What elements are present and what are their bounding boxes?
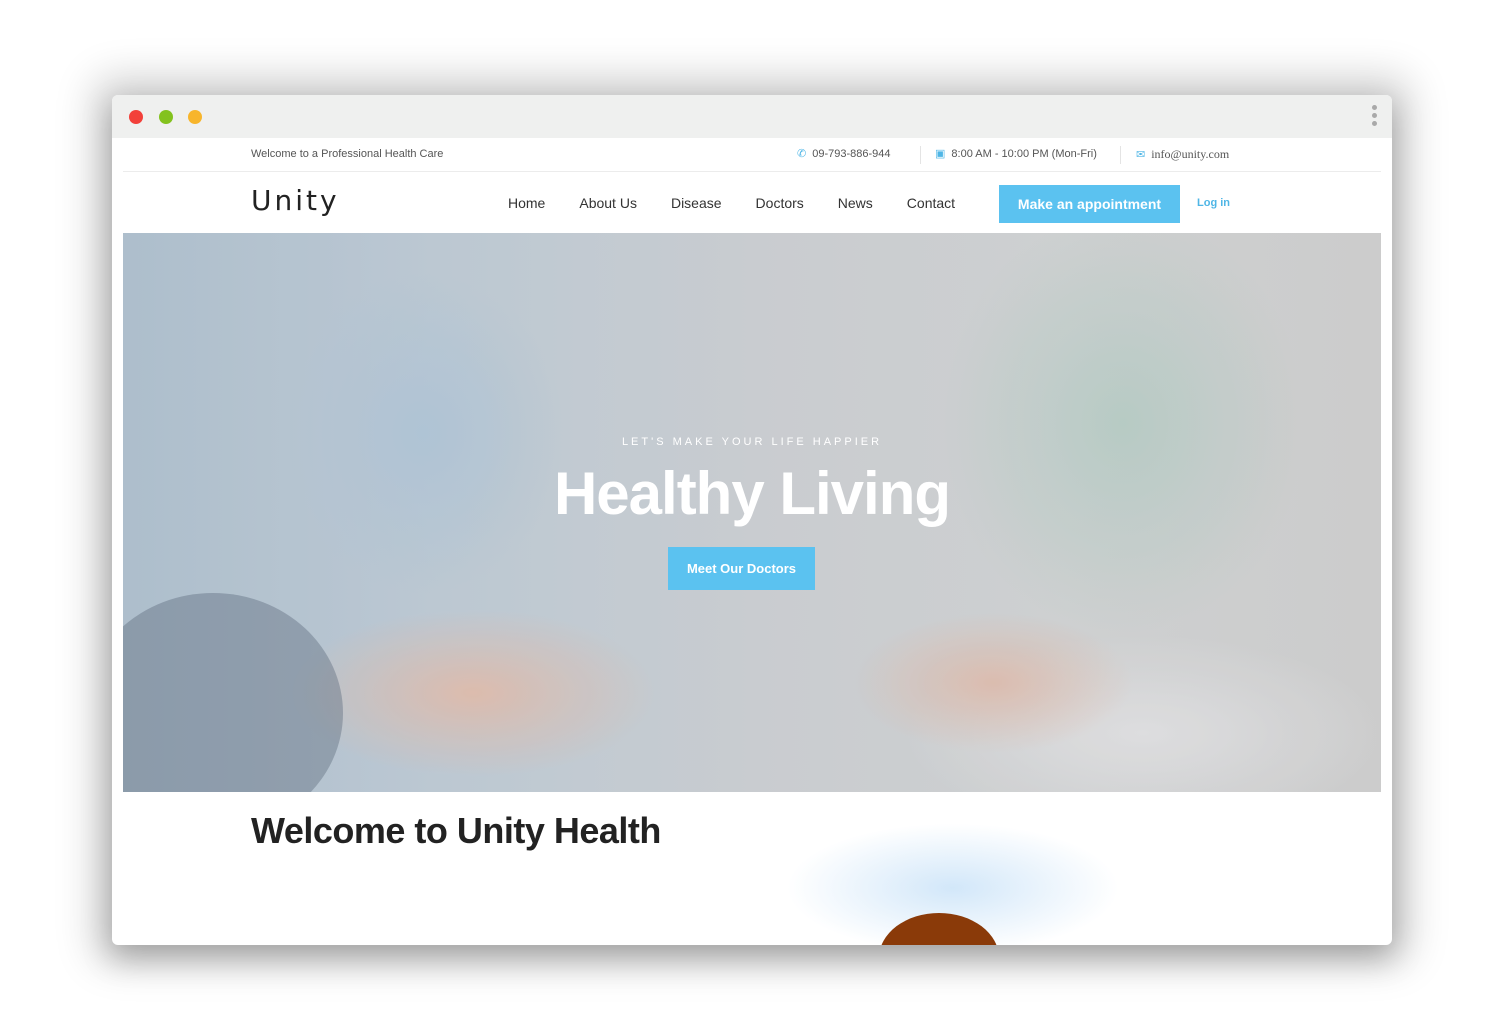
hero-headline: Healthy Living bbox=[553, 460, 951, 527]
nav-item-about-us[interactable]: About Us bbox=[579, 195, 637, 211]
nav-item-contact[interactable]: Contact bbox=[907, 195, 955, 211]
envelope-icon: ✉ bbox=[1136, 149, 1146, 161]
browser-window: Welcome to a Professional Health Care ✆ … bbox=[112, 95, 1392, 945]
web-page: Welcome to a Professional Health Care ✆ … bbox=[123, 138, 1381, 945]
email-address: info@unity.com bbox=[1151, 147, 1230, 161]
nav-item-doctors[interactable]: Doctors bbox=[756, 195, 804, 211]
maximize-window-button[interactable] bbox=[188, 110, 202, 124]
minimize-window-button[interactable] bbox=[159, 110, 173, 124]
calendar-icon: ▣ bbox=[935, 148, 946, 160]
divider bbox=[920, 146, 921, 164]
hero-kicker: LET'S MAKE YOUR LIFE HAPPIER bbox=[621, 436, 883, 448]
browser-titlebar bbox=[112, 95, 1392, 138]
login-link[interactable]: Log in bbox=[1197, 197, 1230, 209]
site-logo[interactable]: Unity bbox=[251, 184, 340, 217]
opening-hours: 8:00 AM - 10:00 PM (Mon-Fri) bbox=[951, 147, 1097, 160]
hours-info: ▣ 8:00 AM - 10:00 PM (Mon-Fri) bbox=[935, 147, 1097, 161]
main-nav: Home About Us Disease Doctors News Conta… bbox=[508, 195, 989, 211]
divider bbox=[1120, 146, 1121, 164]
hero-content: LET'S MAKE YOUR LIFE HAPPIER Healthy Liv… bbox=[123, 233, 1381, 792]
welcome-text: Welcome to a Professional Health Care bbox=[251, 148, 444, 160]
phone-icon: ✆ bbox=[797, 148, 807, 160]
nav-item-news[interactable]: News bbox=[838, 195, 873, 211]
top-info-bar: Welcome to a Professional Health Care ✆ … bbox=[123, 138, 1381, 172]
nav-item-disease[interactable]: Disease bbox=[671, 195, 722, 211]
email-info[interactable]: ✉ info@unity.com bbox=[1136, 147, 1229, 162]
main-navbar: Unity Home About Us Disease Doctors News… bbox=[123, 173, 1381, 233]
phone-number: 09-793-886-944 bbox=[812, 147, 891, 160]
meet-our-doctors-button[interactable]: Meet Our Doctors bbox=[668, 547, 815, 590]
screenshot-stage: Welcome to a Professional Health Care ✆ … bbox=[0, 0, 1504, 1018]
nav-item-home[interactable]: Home bbox=[508, 195, 545, 211]
welcome-heading: Welcome to Unity Health bbox=[251, 810, 661, 851]
make-appointment-button[interactable]: Make an appointment bbox=[999, 185, 1180, 223]
kebab-menu-icon[interactable] bbox=[1370, 105, 1378, 129]
close-window-button[interactable] bbox=[129, 110, 143, 124]
phone-info[interactable]: ✆ 09-793-886-944 bbox=[797, 147, 891, 161]
hero-banner: LET'S MAKE YOUR LIFE HAPPIER Healthy Liv… bbox=[123, 233, 1381, 792]
